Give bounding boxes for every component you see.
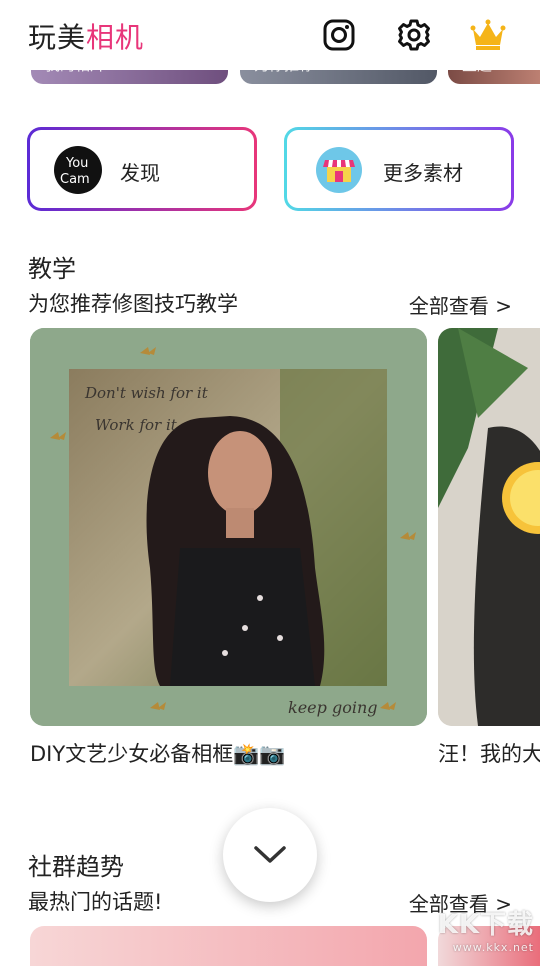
card-overlay-bottom: keep going xyxy=(288,698,378,717)
youcam-logo-icon: You Cam xyxy=(54,146,102,194)
app-title-part2: 相机 xyxy=(86,21,145,54)
tutorials-see-all-link[interactable]: 全部查看 > xyxy=(409,290,512,319)
tutorial-card-caption: DIY文艺少女必备相框📸📷 xyxy=(30,742,286,766)
community-card[interactable] xyxy=(30,926,427,966)
collapse-button[interactable] xyxy=(223,808,317,902)
community-subtitle: 最热门的话题! xyxy=(28,890,163,914)
more-materials-button[interactable]: 更多素材 xyxy=(284,127,514,211)
app-title-part1: 玩美 xyxy=(28,21,87,54)
watermark-url: www.kkx.net xyxy=(452,941,534,954)
settings-gear-icon[interactable] xyxy=(396,17,432,53)
tutorial-card-image xyxy=(438,328,540,726)
watermark-text: KK下载 xyxy=(437,910,534,940)
youcam-logo-text-1: You xyxy=(65,156,88,171)
app-title: 玩美相机 xyxy=(28,16,144,56)
watermark: KK下载 www.kkx.net xyxy=(438,904,534,954)
tutorial-card-image: Don't wish for it Work for it keep going xyxy=(30,328,427,726)
tutorials-title: 教学 xyxy=(28,255,76,283)
community-title: 社群趋势 xyxy=(28,853,124,881)
card-overlay-line1: Don't wish for it xyxy=(84,384,209,402)
chevron-down-icon xyxy=(254,846,286,863)
instagram-icon[interactable] xyxy=(321,17,357,53)
tutorial-card[interactable]: Don't wish for it Work for it keep going xyxy=(30,328,427,726)
discover-label: 发现 xyxy=(120,161,160,185)
more-materials-label: 更多素材 xyxy=(383,161,463,185)
tutorial-card[interactable] xyxy=(438,328,540,726)
app-header: 玩美相机 xyxy=(0,0,540,70)
youcam-logo-text-2: Cam xyxy=(60,172,90,187)
card-overlay-line2: Work for it xyxy=(95,416,178,434)
discover-button[interactable]: You Cam 发现 xyxy=(27,127,257,211)
tutorial-card-caption: 汪！我的大 xyxy=(438,742,540,766)
store-icon xyxy=(316,147,362,193)
premium-crown-icon[interactable] xyxy=(470,17,506,53)
tutorials-subtitle: 为您推荐修图技巧教学 xyxy=(28,292,238,316)
